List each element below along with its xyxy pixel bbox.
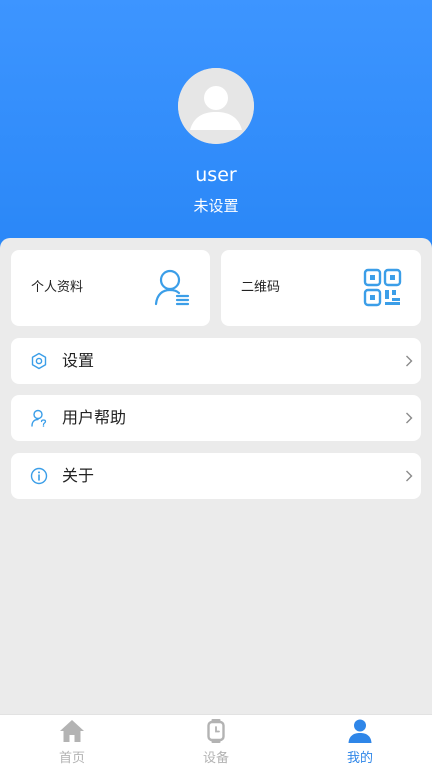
about-row[interactable]: 关于	[11, 453, 421, 499]
tab-mine-label: 我的	[346, 751, 373, 766]
tab-device[interactable]: 设备	[144, 715, 288, 768]
settings-label: 设置	[62, 351, 95, 370]
chevron-right-icon	[406, 470, 413, 482]
qr-code-card-label: 二维码	[241, 280, 281, 295]
gear-icon	[31, 352, 47, 370]
profile-card[interactable]: 个人资料	[11, 250, 210, 326]
person-icon	[348, 719, 372, 743]
bottom-tab-bar: 首页 设备 我的	[0, 714, 432, 768]
user-help-row[interactable]: 用户帮助	[11, 395, 421, 441]
tab-home[interactable]: 首页	[0, 715, 144, 768]
watch-icon	[207, 719, 225, 743]
tab-device-label: 设备	[202, 751, 229, 766]
avatar[interactable]	[178, 68, 254, 144]
user-help-icon	[31, 409, 47, 427]
content-panel: 个人资料 二维码 设置 用户帮助 关于	[0, 238, 432, 714]
info-icon	[30, 467, 48, 485]
tab-mine[interactable]: 我的	[288, 715, 432, 768]
home-icon	[60, 720, 84, 742]
qr-code-icon	[363, 268, 402, 307]
avatar-placeholder-icon	[178, 68, 254, 144]
user-list-icon	[154, 269, 190, 306]
settings-row[interactable]: 设置	[11, 338, 421, 384]
username: user	[195, 164, 237, 186]
chevron-right-icon	[406, 355, 413, 367]
chevron-right-icon	[406, 412, 413, 424]
user-status: 未设置	[193, 197, 239, 215]
tab-home-label: 首页	[58, 751, 85, 766]
qr-code-card[interactable]: 二维码	[221, 250, 421, 326]
about-label: 关于	[62, 466, 95, 485]
profile-page: user 未设置 个人资料 二维码 设置 用户帮助 关于 首页 设备 我的	[0, 0, 432, 768]
profile-card-label: 个人资料	[31, 280, 84, 295]
user-help-label: 用户帮助	[62, 408, 127, 427]
profile-header: user 未设置	[0, 0, 432, 250]
